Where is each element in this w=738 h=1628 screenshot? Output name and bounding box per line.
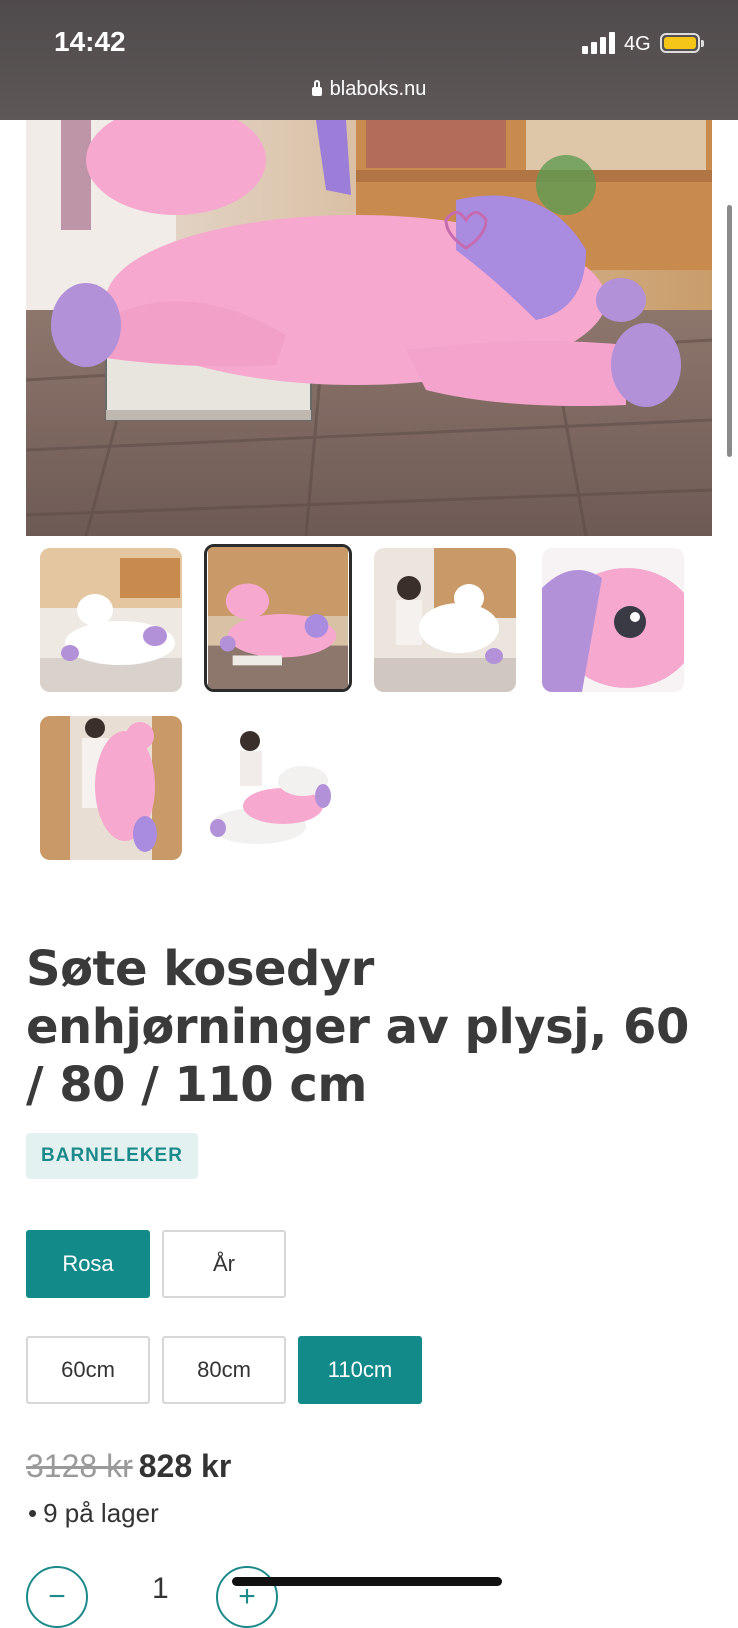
price: 3128 kr 828 kr [26, 1448, 231, 1485]
product-title: Søte kosedyr enhjørninger av plysj, 60 /… [26, 941, 689, 1113]
old-price: 3128 kr [26, 1448, 133, 1484]
size-option-110cm[interactable]: 110cm [298, 1336, 422, 1404]
size-option-80cm[interactable]: 80cm [162, 1336, 286, 1404]
clock: 14:42 [54, 26, 126, 57]
url-text: blaboks.nu [329, 78, 427, 100]
thumbnail-6[interactable] [208, 716, 350, 860]
sale-price: 828 kr [138, 1448, 232, 1484]
signal-icon [582, 32, 616, 54]
quantity-increase-button[interactable]: + [216, 1566, 278, 1628]
home-indicator[interactable] [232, 1577, 502, 1586]
thumbnail-4[interactable] [542, 548, 684, 692]
stock-text: 9 på lager [43, 1498, 159, 1528]
category-badge[interactable]: BARNELEKER [26, 1133, 198, 1179]
network-type: 4G [624, 33, 651, 55]
size-option-60cm[interactable]: 60cm [26, 1336, 150, 1404]
stock-bullet: • [28, 1498, 38, 1528]
thumbnail-5[interactable] [40, 716, 182, 860]
thumbnail-2-selected[interactable] [204, 544, 352, 692]
product-main-image[interactable] [26, 120, 712, 536]
thumbnail-3[interactable] [374, 548, 516, 692]
stock-status: • 9 på lager [28, 1498, 159, 1529]
color-option-rosa[interactable]: Rosa [26, 1230, 150, 1298]
quantity-decrease-button[interactable]: − [26, 1566, 88, 1628]
address-bar[interactable]: blaboks.nu [0, 78, 738, 101]
browser-status-bar: 14:42 4G blaboks.nu [0, 0, 738, 120]
quantity-value[interactable]: 1 [152, 1572, 169, 1606]
battery-icon [660, 33, 704, 53]
scrollbar[interactable] [727, 205, 732, 457]
lock-icon [311, 80, 322, 96]
thumbnail-1[interactable] [40, 548, 182, 692]
color-option-ar[interactable]: År [162, 1230, 286, 1298]
